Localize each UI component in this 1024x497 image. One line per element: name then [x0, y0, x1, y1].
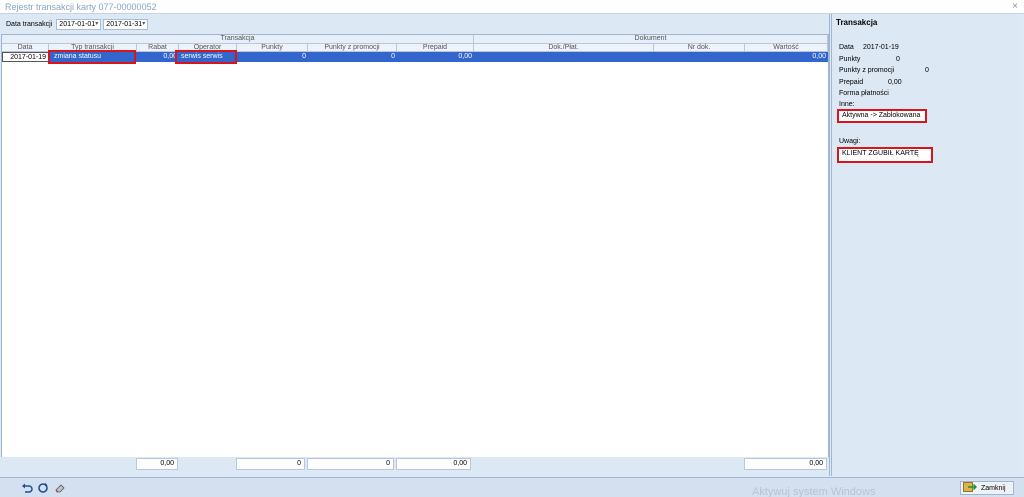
cell-nrdok[interactable] [654, 52, 745, 62]
cell-punkty-promocji[interactable]: 0 [308, 52, 397, 62]
date-to-value: 2017-01-31 [106, 20, 143, 28]
detail-data-value: 2017-01-19 [863, 44, 899, 51]
transactions-grid[interactable]: Transakcja Dokument Data Typ transakcji … [1, 34, 829, 466]
detail-punkty-value: 0 [896, 56, 900, 63]
title-bar: Rejestr transakcji karty 077-00000052 × [0, 0, 1024, 14]
total-rabat: 0,00 [136, 458, 178, 470]
totals-footer: 0,00 0 0 0,00 0,00 [1, 457, 829, 472]
bottom-toolbar: Aktywuj system Windows Zamknij [0, 477, 1024, 497]
cell-data[interactable]: 2017-01-19 [2, 52, 49, 62]
chevron-down-icon[interactable]: ▾ [142, 20, 145, 29]
highlight-typ [48, 50, 136, 64]
detail-prepaid-label: Prepaid [839, 79, 864, 86]
detail-punkty-promocji-value: 0 [925, 67, 929, 74]
col-header-punkty-promocji[interactable]: Punkty z promocji [308, 44, 397, 52]
detail-punkty-label: Punkty [839, 56, 861, 63]
total-punkty: 0 [236, 458, 305, 470]
detail-data-label: Data [839, 44, 854, 51]
eraser-icon[interactable] [53, 481, 66, 494]
close-button-label: Zamknij [981, 484, 1006, 492]
col-header-punkty[interactable]: Punkty [237, 44, 308, 52]
date-to-field[interactable]: 2017-01-31 ▾ [103, 18, 149, 30]
date-from-field[interactable]: 2017-01-01 ▾ [56, 18, 102, 30]
total-wartosc: 0,00 [744, 458, 827, 470]
detail-prepaid-value: 0,00 [888, 79, 902, 86]
chevron-down-icon[interactable]: ▾ [95, 20, 98, 29]
cell-prepaid[interactable]: 0,00 [397, 52, 474, 62]
activation-watermark: Aktywuj system Windows [752, 486, 876, 497]
detail-uwagi-value: KLIENT ZGUBIŁ KARTĘ [837, 147, 933, 163]
undo-icon[interactable] [20, 481, 33, 494]
details-panel: Transakcja Data 2017-01-19 Punkty 0 Punk… [831, 14, 1021, 476]
col-header-data[interactable]: Data [2, 44, 49, 52]
window-title: Rejestr transakcji karty 077-00000052 [5, 2, 157, 12]
close-button[interactable]: Zamknij [960, 481, 1014, 495]
detail-uwagi-label: Uwagi: [839, 138, 861, 145]
cell-wartosc[interactable]: 0,00 [745, 52, 828, 62]
date-from-value: 2017-01-01 [59, 20, 96, 28]
main-panel: Data transakcji 2017-01-01 ▾ 2017-01-31 … [0, 14, 830, 476]
refresh-icon[interactable] [36, 481, 49, 494]
band-dokument: Dokument [474, 35, 828, 44]
col-header-rabat[interactable]: Rabat [137, 44, 179, 52]
cell-punkty[interactable]: 0 [237, 52, 308, 62]
cell-rabat[interactable]: 0,00 [137, 52, 179, 62]
detail-inne-value: Aktywna -> Zablokowana [837, 109, 927, 123]
cell-dok[interactable] [474, 52, 654, 62]
col-header-nrdok[interactable]: Nr dok. [654, 44, 745, 52]
date-filter-label: Data transakcji [6, 20, 53, 28]
total-punkty-promocji: 0 [307, 458, 394, 470]
date-filter: Data transakcji 2017-01-01 ▾ 2017-01-31 … [6, 18, 149, 30]
col-header-dok[interactable]: Dok./Płat. [474, 44, 654, 52]
close-icon[interactable]: × [1012, 1, 1018, 12]
exit-icon [963, 482, 977, 494]
highlight-operator [175, 50, 237, 64]
total-prepaid: 0,00 [396, 458, 471, 470]
detail-punkty-promocji-label: Punkty z promocji [839, 67, 895, 74]
band-transakcja: Transakcja [2, 35, 474, 44]
detail-forma-label: Forma płatności [839, 90, 889, 97]
col-header-prepaid[interactable]: Prepaid [397, 44, 474, 52]
details-header: Transakcja [836, 18, 878, 27]
detail-inne-label: Inne: [839, 101, 855, 108]
col-header-wartosc[interactable]: Wartość [745, 44, 828, 52]
